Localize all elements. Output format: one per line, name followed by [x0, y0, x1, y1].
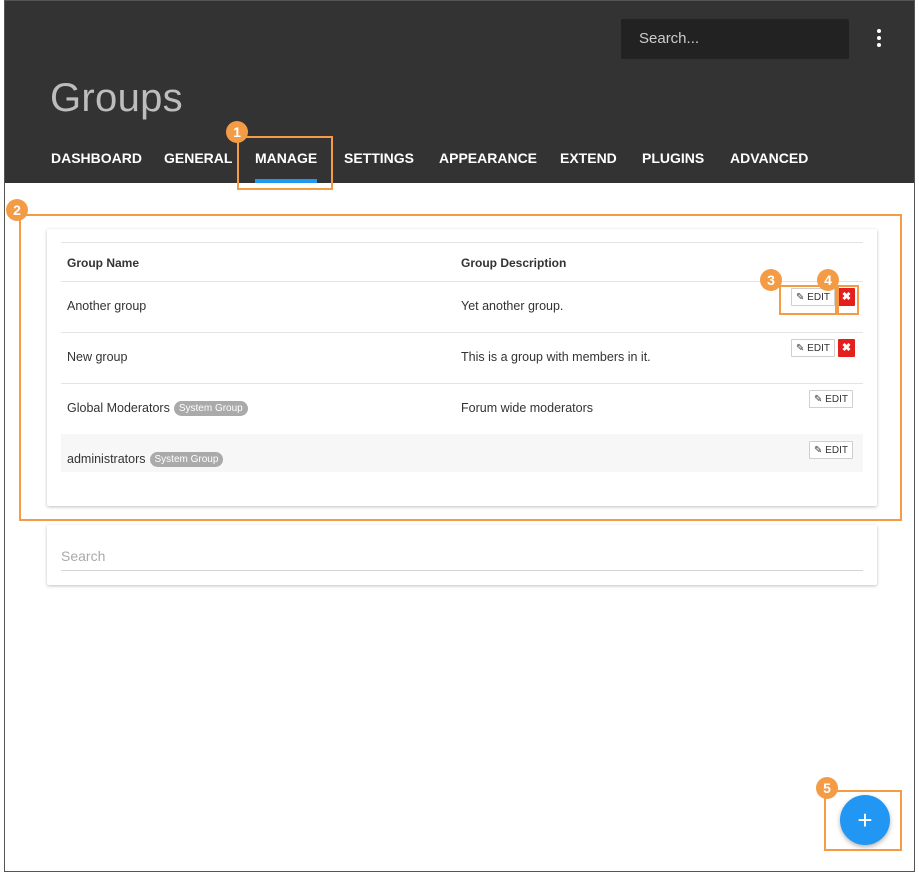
callout-box-manage	[237, 136, 333, 190]
header-search-placeholder: Search...	[639, 30, 700, 47]
header-search-input[interactable]: Search...	[621, 19, 849, 59]
callout-number: 3	[760, 269, 782, 291]
callout-number: 1	[226, 121, 248, 143]
callout-number: 5	[816, 777, 838, 799]
tab-dashboard[interactable]: DASHBOARD	[51, 150, 142, 166]
tab-general[interactable]: GENERAL	[164, 150, 232, 166]
page-title: Groups	[50, 76, 183, 120]
tab-settings[interactable]: SETTINGS	[344, 150, 414, 166]
tab-extend[interactable]: EXTEND	[560, 150, 617, 166]
tab-advanced[interactable]: ADVANCED	[730, 150, 808, 166]
tab-appearance[interactable]: APPEARANCE	[439, 150, 537, 166]
group-search-input[interactable]	[61, 542, 863, 571]
callout-box-add	[824, 790, 902, 851]
tab-plugins[interactable]: PLUGINS	[642, 150, 704, 166]
callout-number: 2	[6, 199, 28, 221]
callout-box-table	[19, 214, 902, 521]
callout-box-delete	[837, 285, 859, 315]
callout-number: 4	[817, 269, 839, 291]
kebab-menu-icon[interactable]	[874, 29, 884, 49]
